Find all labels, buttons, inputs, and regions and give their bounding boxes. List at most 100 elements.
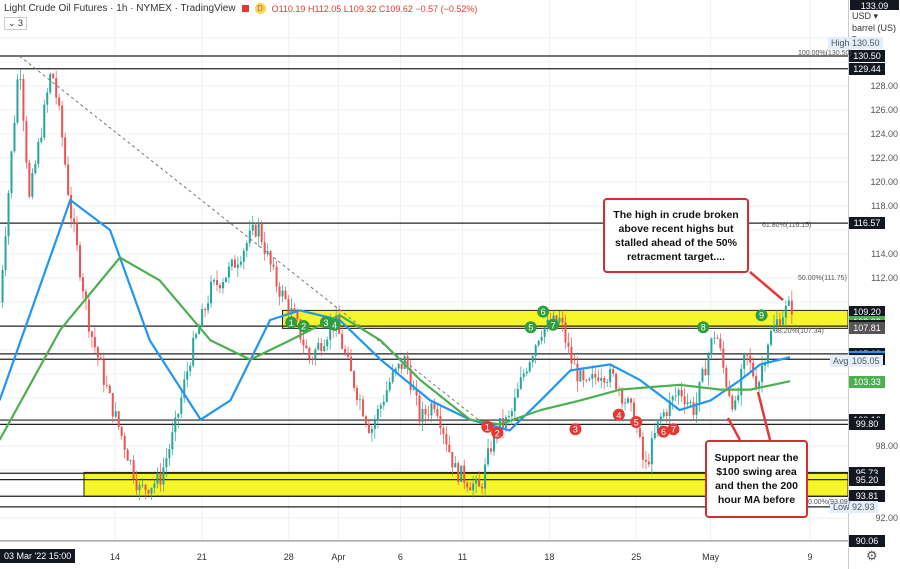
annotation-bottom: Support near the $100 swing area and the… <box>705 440 808 518</box>
candle <box>79 241 82 282</box>
candle-body <box>463 465 466 483</box>
candle <box>454 456 457 468</box>
candle <box>4 226 7 277</box>
candle <box>284 286 287 301</box>
swing-marker: 6 <box>537 305 550 318</box>
candle-body <box>16 79 19 123</box>
candle <box>588 377 591 382</box>
candle-body <box>34 163 37 174</box>
candle <box>275 260 278 293</box>
candle-body <box>364 416 367 424</box>
candle-body <box>379 405 382 409</box>
swing-marker: 4 <box>612 408 625 421</box>
candle <box>722 341 725 374</box>
candle <box>73 208 76 233</box>
candle <box>31 168 34 200</box>
candle <box>382 395 385 410</box>
candle-body <box>513 397 516 412</box>
candle-body <box>93 336 96 348</box>
candle <box>123 432 126 459</box>
marker-label: 3 <box>573 425 578 435</box>
candle <box>522 368 525 382</box>
fib-level-label: 100.00%(130.50) <box>798 50 852 57</box>
symbol-title[interactable]: Light Crude Oil Futures · 1h · NYMEX · T… <box>4 3 236 14</box>
candle-body <box>466 482 469 488</box>
candle <box>373 414 376 439</box>
candle <box>341 327 344 350</box>
candle <box>28 159 31 199</box>
candle <box>361 395 364 418</box>
candle-body <box>525 371 528 374</box>
candle-body <box>769 330 772 345</box>
candle <box>725 365 728 392</box>
candle-body <box>600 378 603 381</box>
candle <box>662 409 665 419</box>
candle-body <box>692 402 695 415</box>
high-value: 130.50 <box>849 36 883 49</box>
candle-body <box>755 376 758 389</box>
candle <box>647 453 650 468</box>
avg-value: 105.05 <box>849 355 883 368</box>
candle <box>364 414 367 428</box>
candle <box>257 217 260 247</box>
candle <box>704 360 707 376</box>
candle <box>677 387 680 405</box>
candle-body <box>55 78 58 98</box>
candle <box>117 410 120 430</box>
annotation-top: The high in crude broken above recent hi… <box>603 198 749 273</box>
candle-body <box>153 483 156 488</box>
swing-marker: 9 <box>755 309 768 322</box>
candle-body <box>644 459 647 462</box>
time-tick-label: 25 <box>631 552 642 562</box>
candle <box>353 369 356 392</box>
candle <box>218 283 221 294</box>
candle-body <box>147 489 150 494</box>
candle-body <box>67 164 70 195</box>
candle-body <box>719 338 722 349</box>
candle-body <box>120 426 123 436</box>
flag-icon[interactable] <box>241 5 249 12</box>
candle-body <box>4 236 7 271</box>
candle-body <box>22 79 25 121</box>
candle-body <box>731 395 734 410</box>
candle-body <box>707 354 710 376</box>
candle-body <box>117 411 120 427</box>
candle <box>55 70 58 105</box>
candle <box>692 396 695 420</box>
candle-body <box>400 363 403 369</box>
candle-body <box>418 395 421 422</box>
candle-body <box>302 339 305 346</box>
candle <box>400 363 403 374</box>
marker-label: 8 <box>701 323 706 333</box>
candle-body <box>427 414 430 416</box>
candle-body <box>710 338 713 355</box>
candle <box>263 232 266 261</box>
candle <box>216 270 219 292</box>
price-level-badge: 103.33 <box>849 376 885 389</box>
marker-label: 6 <box>661 427 666 437</box>
candle-body <box>588 378 591 381</box>
candle-body <box>281 290 284 297</box>
price-level-badge: 95.20 <box>849 473 885 486</box>
swing-marker: 7 <box>667 423 680 436</box>
candle-body <box>454 463 457 468</box>
candle-body <box>263 242 266 254</box>
candle <box>433 398 436 414</box>
settings-gear-icon[interactable]: ⚙ <box>866 548 878 564</box>
candle <box>207 295 210 314</box>
candle <box>758 380 761 392</box>
candle <box>397 363 400 373</box>
time-tick-label: 21 <box>196 552 207 562</box>
annotation-arrow <box>749 271 784 301</box>
candle-body <box>537 340 540 346</box>
time-axis[interactable]: 03 Mar '22 15:00 14 21 28 Apr 6 11 18 25 May 9 <box>0 541 848 569</box>
candle-body <box>370 428 373 433</box>
candle <box>627 396 630 405</box>
candle <box>61 100 64 147</box>
indicators-collapse-button[interactable]: ⌄ 3 <box>4 17 28 30</box>
swing-marker: 7 <box>547 318 560 331</box>
candle <box>1 265 4 308</box>
candle-body <box>749 355 752 363</box>
candle <box>245 240 248 258</box>
candle-body <box>612 369 615 374</box>
